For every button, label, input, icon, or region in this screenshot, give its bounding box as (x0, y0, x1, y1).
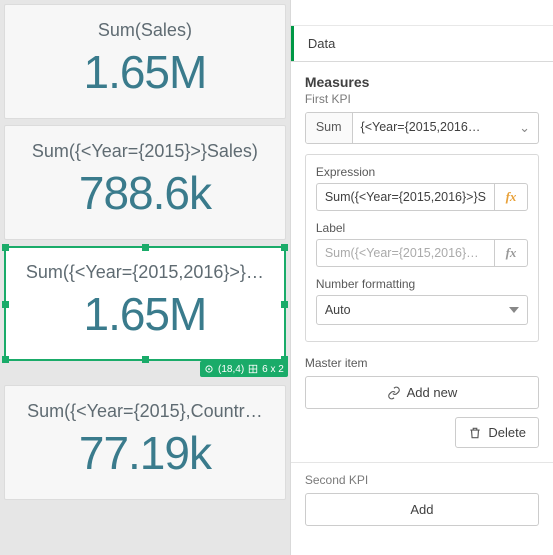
add-new-button[interactable]: Add new (305, 376, 539, 409)
properties-panel: Data Measures First KPI Sum {<Year={2015… (290, 0, 553, 555)
selection-pos: (18,4) (218, 364, 244, 375)
target-icon (204, 364, 214, 374)
add-label: Add (410, 502, 433, 517)
resize-handle[interactable] (142, 244, 149, 251)
link-icon (387, 386, 401, 400)
kpi-label: Sum(Sales) (13, 20, 277, 41)
resize-handle[interactable] (142, 356, 149, 363)
expression-input[interactable]: Sum({<Year={2015,2016}>}S (316, 183, 494, 211)
label-label: Label (316, 221, 528, 235)
first-kpi-label: First KPI (305, 92, 539, 106)
kpi-label: Sum({<Year={2015,2016}>}… (14, 262, 276, 283)
resize-handle[interactable] (2, 301, 9, 308)
kpi-value: 788.6k (13, 166, 277, 220)
aggregation-selector[interactable]: Sum {<Year={2015,2016… ⌄ (305, 112, 539, 144)
resize-handle[interactable] (2, 244, 9, 251)
agg-button[interactable]: Sum (306, 113, 353, 143)
delete-label: Delete (488, 425, 526, 440)
number-formatting-select[interactable]: Auto (316, 295, 528, 325)
kpi-label: Sum({<Year={2015},Countr… (13, 401, 277, 422)
kpi-label: Sum({<Year={2015}>}Sales) (13, 141, 277, 162)
add-button[interactable]: Add (305, 493, 539, 526)
measure-block: Expression Sum({<Year={2015,2016}>}S fx … (305, 154, 539, 342)
panel-header-spacer (291, 0, 553, 26)
resize-handle[interactable] (2, 356, 9, 363)
caret-down-icon (509, 307, 519, 313)
kpi-card[interactable]: Sum({<Year={2015},Countr… 77.19k (4, 385, 286, 500)
chevron-down-icon[interactable]: ⌄ (511, 113, 538, 143)
kpi-value: 1.65M (13, 45, 277, 99)
kpi-card[interactable]: Sum({<Year={2015}>}Sales) 788.6k (4, 125, 286, 240)
kpi-card[interactable]: Sum(Sales) 1.65M (4, 4, 286, 119)
agg-expression[interactable]: {<Year={2015,2016… (353, 113, 512, 143)
number-formatting-label: Number formatting (316, 277, 528, 291)
trash-icon (468, 426, 482, 440)
master-item-label: Master item (305, 356, 539, 370)
panel-tabs: Data (291, 26, 553, 62)
delete-button[interactable]: Delete (455, 417, 539, 448)
sheet-canvas[interactable]: Sum(Sales) 1.65M Sum({<Year={2015}>}Sale… (0, 0, 290, 555)
expression-label: Expression (316, 165, 528, 179)
add-new-label: Add new (407, 385, 458, 400)
tab-data[interactable]: Data (291, 26, 349, 61)
selection-badge: (18,4) 6 x 2 (200, 361, 288, 377)
number-formatting-value: Auto (325, 303, 351, 317)
grid-icon (248, 364, 258, 374)
resize-handle[interactable] (281, 244, 288, 251)
fx-button[interactable]: fx (494, 239, 528, 267)
kpi-value: 77.19k (13, 426, 277, 480)
selection-size: 6 x 2 (262, 364, 284, 375)
second-kpi-label: Second KPI (305, 473, 539, 487)
kpi-card-selected[interactable]: Sum({<Year={2015,2016}>}… 1.65M (18,4) 6… (4, 246, 286, 361)
label-input[interactable]: Sum({<Year={2015,2016}… (316, 239, 494, 267)
resize-handle[interactable] (281, 301, 288, 308)
fx-button[interactable]: fx (494, 183, 528, 211)
kpi-value: 1.65M (14, 287, 276, 341)
measures-heading: Measures (305, 74, 539, 90)
